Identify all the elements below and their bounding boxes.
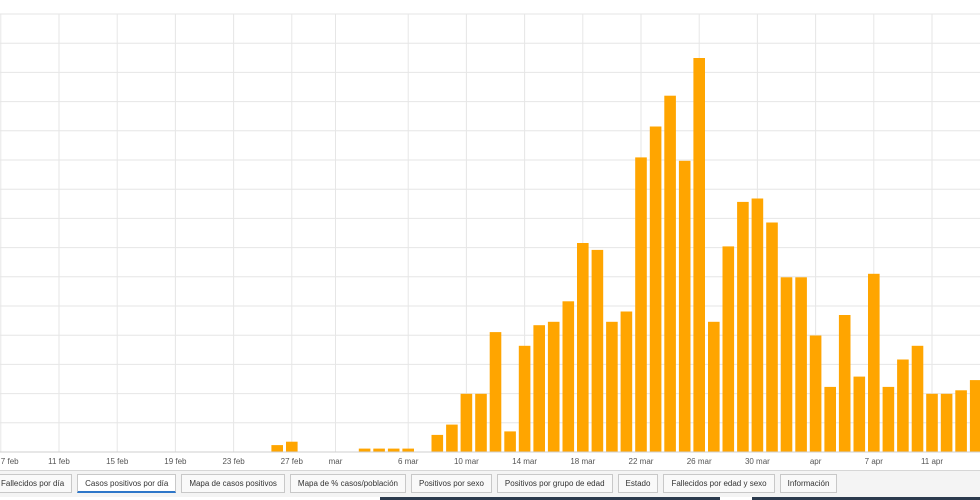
tab-fallecidos-por-dia[interactable]: Fallecidos por día xyxy=(0,474,73,493)
bar[interactable] xyxy=(518,345,531,452)
bar[interactable] xyxy=(882,386,895,452)
tab-fallecidos-por-edad-y-sexo[interactable]: Fallecidos por edad y sexo xyxy=(663,474,775,493)
x-tick-label: 11 feb xyxy=(48,457,70,466)
bar[interactable] xyxy=(504,431,516,452)
bar[interactable] xyxy=(693,58,705,452)
tab-mapa-porcentaje-casos-poblacion[interactable]: Mapa de % casos/población xyxy=(289,474,406,493)
bar-chart: 7 feb 11 feb 15 feb 19 feb 23 feb 27 feb mar 6 … xyxy=(0,13,980,466)
x-tick-label: 15 feb xyxy=(106,457,129,466)
bar[interactable] xyxy=(751,198,764,453)
bar[interactable] xyxy=(358,448,371,452)
tab-informacion[interactable]: Información xyxy=(779,474,838,493)
bar[interactable] xyxy=(431,434,444,452)
tab-casos-positivos-por-dia[interactable]: Casos positivos por día xyxy=(77,474,177,493)
bar[interactable] xyxy=(489,332,502,452)
bar[interactable] xyxy=(460,393,473,452)
x-tick-label: 23 feb xyxy=(222,457,245,466)
x-tick-label: apr xyxy=(810,457,822,466)
bar[interactable] xyxy=(969,380,980,452)
bar[interactable] xyxy=(547,321,560,452)
x-tick-label: mar xyxy=(329,457,343,466)
x-tick-label: 27 feb xyxy=(281,457,304,466)
bar[interactable] xyxy=(838,315,851,452)
x-axis-ticks: 7 feb 11 feb 15 feb 19 feb 23 feb 27 feb mar 6 … xyxy=(0,451,980,466)
bar[interactable] xyxy=(446,424,458,452)
sheet-tab-bar: Fallecidos por día Casos positivos por d… xyxy=(0,470,980,500)
bar[interactable] xyxy=(591,249,604,452)
x-tick-label: 11 apr xyxy=(921,457,943,466)
x-tick-label: 30 mar xyxy=(745,457,770,466)
bar[interactable] xyxy=(708,321,720,452)
bar[interactable] xyxy=(577,243,589,452)
bar[interactable] xyxy=(897,359,909,453)
bar[interactable] xyxy=(387,448,400,452)
bar[interactable] xyxy=(853,376,866,452)
bar[interactable] xyxy=(271,445,283,452)
x-tick-label: 7 feb xyxy=(1,457,19,466)
bar[interactable] xyxy=(475,393,487,452)
x-tick-label: 26 mar xyxy=(687,457,712,466)
bar[interactable] xyxy=(533,325,545,452)
bar[interactable] xyxy=(780,277,793,452)
x-tick-label: 14 mar xyxy=(512,457,537,466)
bar[interactable] xyxy=(620,311,633,453)
bar[interactable] xyxy=(824,386,836,452)
bar[interactable] xyxy=(678,160,691,453)
bar[interactable] xyxy=(926,393,938,452)
x-tick-label: 19 feb xyxy=(164,457,187,466)
bar[interactable] xyxy=(911,345,924,452)
bar[interactable] xyxy=(606,321,618,452)
tab-list: Fallecidos por día Casos positivos por d… xyxy=(0,474,842,493)
bar[interactable] xyxy=(373,448,385,452)
bar[interactable] xyxy=(940,393,953,452)
chart-area: 7 feb 11 feb 15 feb 19 feb 23 feb 27 feb mar 6 … xyxy=(0,0,980,470)
bar[interactable] xyxy=(737,201,749,452)
x-tick-label: 7 apr xyxy=(865,457,884,466)
bar[interactable] xyxy=(562,301,575,452)
x-tick-label: 18 mar xyxy=(570,457,595,466)
bar[interactable] xyxy=(868,273,880,452)
bar[interactable] xyxy=(795,277,807,452)
x-tick-label: 6 mar xyxy=(398,457,419,466)
bar[interactable] xyxy=(649,126,662,453)
bar[interactable] xyxy=(402,448,414,452)
bar[interactable] xyxy=(286,441,298,452)
bar[interactable] xyxy=(664,95,676,452)
bar[interactable] xyxy=(722,246,735,452)
tab-positivos-por-sexo[interactable]: Positivos por sexo xyxy=(410,474,492,493)
x-tick-label: 10 mar xyxy=(454,457,479,466)
tab-positivos-por-grupo-de-edad[interactable]: Positivos por grupo de edad xyxy=(496,474,613,493)
bar[interactable] xyxy=(955,390,967,452)
bar[interactable] xyxy=(809,335,822,453)
bar[interactable] xyxy=(635,157,647,452)
x-tick-label: 22 mar xyxy=(629,457,654,466)
tab-estado[interactable]: Estado xyxy=(617,474,659,493)
bar[interactable] xyxy=(766,222,778,453)
tab-mapa-de-casos-positivos[interactable]: Mapa de casos positivos xyxy=(181,474,285,493)
